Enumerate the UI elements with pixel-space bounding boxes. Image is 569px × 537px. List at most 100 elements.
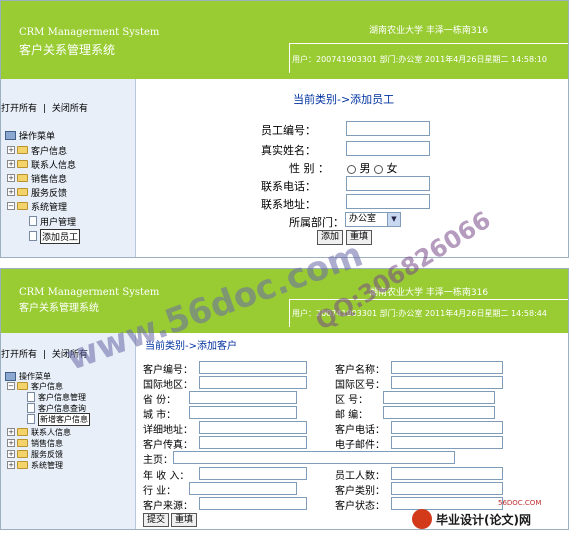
tree-item-label: 系统管理 [31, 460, 63, 470]
gender-label: 性 别 ： [289, 162, 329, 175]
tree-item-label: 客户信息 [31, 146, 68, 157]
separator: | [42, 350, 46, 360]
tree-item-label: 客户信息 [31, 381, 63, 391]
user-info-text: 用户：200741903301 部门:办公室 2011年4月26日星期二 14:… [292, 309, 547, 318]
plus-icon: + [7, 428, 15, 436]
system-name-cn: 客户关系管理系统 [19, 303, 99, 314]
user-info-text: 用户：2007419033​01 部门:办公室 2011年4月26日星期二 14… [292, 55, 547, 64]
organization-label: 湖南农业大学 丰泽一栋南316 [369, 288, 489, 298]
postcode-input[interactable] [383, 406, 495, 419]
tree-item-add-customer-info[interactable]: 新增客户信息 [27, 412, 90, 426]
plus-icon: + [7, 188, 15, 196]
page-icon [29, 216, 37, 226]
tree-item-system-management[interactable]: − 系统管理 [7, 200, 67, 213]
customer-no-label: 客户编号： [143, 365, 193, 376]
add-button[interactable]: 添加 [317, 230, 344, 245]
female-radio[interactable] [374, 164, 383, 174]
tree-item-sales-info[interactable]: + 销售信息 [7, 172, 67, 185]
close-all-link[interactable]: 关闭所有 [52, 101, 88, 114]
customer-category-input[interactable] [391, 482, 503, 495]
annual-revenue-input[interactable] [199, 467, 307, 480]
customer-fax-label: 客户传真： [143, 440, 193, 451]
address-input[interactable] [346, 194, 430, 209]
country-input[interactable] [199, 376, 307, 389]
department-value: 办公室 [349, 214, 377, 224]
plus-icon: + [7, 146, 15, 154]
tree-item-contact-info[interactable]: + 联系人信息 [7, 158, 76, 171]
customer-source-label: 客户来源： [143, 501, 193, 512]
customer-phone-input[interactable] [391, 421, 503, 434]
folder-icon [17, 188, 28, 196]
phone-input[interactable] [346, 176, 430, 191]
open-all-link[interactable]: 打开所有 [1, 101, 37, 114]
employee-count-input[interactable] [391, 467, 503, 480]
tree-root[interactable]: 操作菜单 [5, 129, 55, 142]
tree-controls: 打开所有 | 关闭所有 [1, 347, 88, 360]
country-label: 国际地区： [143, 380, 193, 391]
postcode-label: 邮 编： [335, 410, 369, 421]
page-icon [29, 231, 37, 241]
province-input[interactable] [189, 391, 297, 404]
tree-item-service-feedback[interactable]: + 服务反馈 [7, 186, 67, 199]
customer-name-label: 客户名称： [335, 365, 385, 376]
tree-item-label: 新增客户信息 [38, 412, 90, 426]
address-label: 详细地址： [143, 425, 193, 436]
industry-input[interactable] [189, 482, 297, 495]
close-all-link[interactable]: 关闭所有 [52, 347, 88, 360]
page-icon [27, 392, 35, 402]
male-radio[interactable] [347, 164, 356, 174]
customer-source-input[interactable] [199, 497, 307, 510]
customer-fax-input[interactable] [199, 436, 307, 449]
tree-item-add-employee[interactable]: 添加员工 [29, 228, 81, 244]
homepage-input[interactable] [173, 451, 455, 464]
province-label: 省 份： [143, 395, 177, 406]
folder-icon [17, 461, 28, 469]
system-name-cn: 客户关系管理系统 [19, 43, 116, 57]
employee-no-input[interactable] [346, 121, 430, 136]
add-employee-screen: CRM Managerment System 客户关系管理系统 湖南农业大学 丰… [0, 0, 569, 258]
reset-button[interactable]: 重填 [171, 513, 198, 527]
annual-revenue-label: 年 收 入： [143, 471, 190, 482]
city-label: 城 市： [143, 410, 177, 421]
department-select[interactable]: 办公室 ▼ [345, 212, 401, 227]
country-code-input[interactable] [391, 376, 503, 389]
customer-no-input[interactable] [199, 361, 307, 374]
email-input[interactable] [391, 436, 503, 449]
customer-name-input[interactable] [391, 361, 503, 374]
chevron-down-icon: ▼ [387, 213, 400, 226]
area-code-input[interactable] [383, 391, 495, 404]
tree-item-customer-info[interactable]: + 客户信息 [7, 144, 68, 157]
customer-category-label: 客户类别： [335, 486, 385, 497]
folder-icon [17, 160, 28, 168]
employee-no-label: 员工编号： [261, 124, 316, 137]
gender-options: 男 女 [347, 160, 398, 176]
plus-icon: + [7, 174, 15, 182]
tree-item-label: 联系人信息 [31, 427, 71, 437]
page-title: 当前类别->添加员工 [293, 93, 395, 106]
folder-icon [17, 428, 28, 436]
tree-item-label: 服务反馈 [31, 449, 63, 459]
tree-item-system-management[interactable]: + 系统管理 [7, 459, 63, 471]
homepage-label: 主页： [143, 455, 173, 466]
reset-button[interactable]: 重填 [346, 230, 373, 245]
open-all-link[interactable]: 打开所有 [1, 347, 37, 360]
separator: | [42, 104, 46, 114]
department-label: 所属部门： [289, 216, 344, 229]
header-bar: CRM Managerment System 客户关系管理系统 湖南农业大学 丰… [1, 1, 568, 79]
tree-item-label: 客户信息管理 [38, 392, 86, 402]
minus-icon: − [7, 382, 15, 390]
main-content: 当前类别->添加员工 员工编号： 真实姓名： 性 别 ： 男 女 联系电话： 联… [137, 79, 568, 257]
user-info-bar: 用户：2007419033​01 部门:办公室 2011年4月26日星期二 14… [289, 43, 568, 73]
tree-item-user-management[interactable]: 用户管理 [29, 215, 76, 228]
plus-icon: + [7, 439, 15, 447]
real-name-label: 真实姓名： [261, 144, 316, 157]
minus-icon: − [7, 202, 15, 210]
folder-icon [17, 146, 28, 154]
city-input[interactable] [189, 406, 297, 419]
add-customer-screen: CRM Managerment System 客户关系管理系统 湖南农业大学 丰… [0, 268, 569, 530]
address-input[interactable] [199, 421, 307, 434]
real-name-input[interactable] [346, 141, 430, 156]
submit-button[interactable]: 提交 [143, 513, 170, 527]
phone-label: 联系电话： [261, 180, 316, 193]
male-label: 男 [359, 162, 371, 175]
